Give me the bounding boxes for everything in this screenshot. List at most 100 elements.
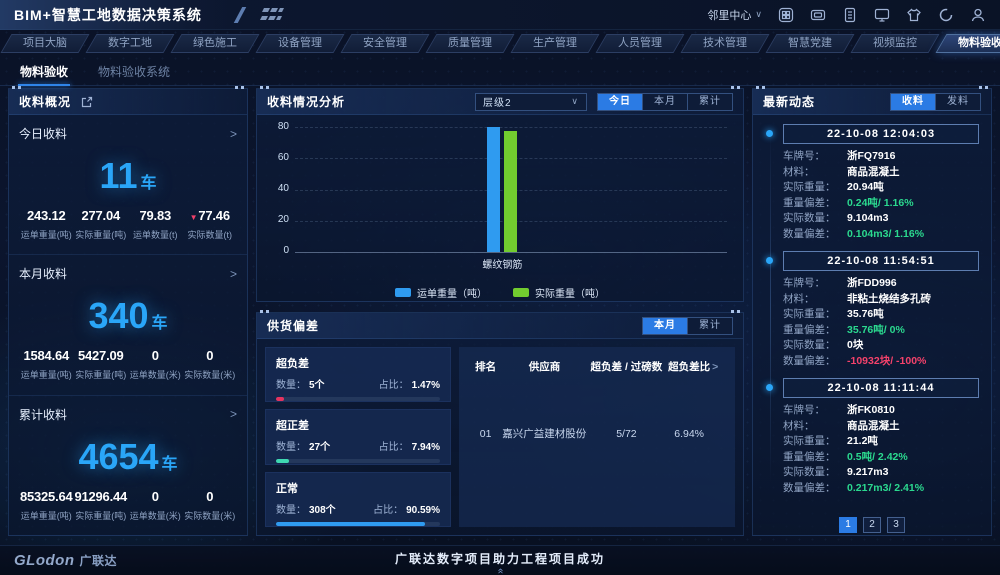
project-selector-label: 邻里中心 (707, 7, 751, 23)
video-monitor-icon[interactable] (809, 6, 826, 23)
deviation-panel-title: 供货偏差 (267, 317, 319, 334)
group-over-positive: 超正差 数量：27个 占比：7.94% (265, 409, 451, 464)
timeline-dot-icon (766, 130, 773, 137)
timeline-dot-icon (766, 384, 773, 391)
overview-section-month: 本月收料 > 340车 1584.64运单重量(吨) 5427.09实际重量(吨… (9, 254, 247, 394)
deviation-range-group: 本月 累计 (642, 317, 733, 335)
nav-tab-technology[interactable]: 技术管理 (686, 34, 764, 53)
feed-entry[interactable]: 22-10-08 12:04:03 车牌号：浙FQ7916 材料：商品混凝土 实… (783, 124, 979, 242)
footer-slogan: 广联达数字项目助力工程项目成功 (395, 550, 605, 567)
legend-item-actual[interactable]: 实际重量（吨） (513, 285, 605, 300)
apps-grid-icon[interactable] (777, 6, 794, 23)
bar-waybill-weight[interactable] (487, 127, 500, 252)
nav-tab-video-monitor[interactable]: 视频监控 (856, 34, 934, 53)
chevron-right-icon[interactable]: > (230, 267, 237, 281)
legend-swatch (395, 288, 411, 297)
stat: 0运单数量(米) (128, 489, 183, 522)
legend-item-waybill[interactable]: 运单重量（吨） (395, 285, 487, 300)
deviation-panel-header: 供货偏差 本月 累计 (257, 313, 743, 339)
sub-tabs: 物料验收 物料验收系统 (0, 58, 1000, 86)
supplier-table: 排名 供应商 超负差 / 过磅数 超负差比 > 01 嘉兴广益建材股份有... … (459, 347, 735, 527)
chevron-down-icon: ∨ (571, 96, 579, 107)
feed-entry[interactable]: 22-10-08 11:54:51 车牌号：浙FDD996 材料：非粘土烧结多孔… (783, 251, 979, 369)
table-row[interactable]: 01 嘉兴广益建材股份有... 5/72 6.94% (469, 426, 725, 441)
footer: GLodon广联达 广联达数字项目助力工程项目成功 « (0, 545, 1000, 575)
range-today-button[interactable]: 今日 (598, 94, 642, 110)
month-count: 340车 (19, 298, 237, 334)
y-tick: 20 (263, 214, 289, 225)
collapse-chevron-icon[interactable]: « (496, 568, 504, 574)
chevron-down-icon: ∨ (755, 9, 762, 20)
app-title: BIM+智慧工地数据决策系统 (14, 5, 202, 25)
issue-material-button[interactable]: 发料 (935, 94, 980, 110)
entry-timestamp: 22-10-08 11:54:51 (783, 251, 979, 271)
page-button-1[interactable]: 1 (839, 517, 857, 533)
overview-panel-header: 收料概况 (9, 89, 247, 115)
nav-tab-digital-site[interactable]: 数字工地 (91, 34, 169, 53)
receive-material-button[interactable]: 收料 (891, 94, 935, 110)
bar-actual-weight[interactable] (504, 131, 517, 252)
stat: 79.83运单数量(t) (128, 208, 183, 241)
analysis-panel-title: 收料情况分析 (267, 93, 345, 110)
range-total-button[interactable]: 累计 (687, 318, 732, 334)
stat: 1584.64运单重量(吨) (19, 348, 74, 381)
overview-panel: 收料概况 今日收料 > 11车 243.12运单重量(吨) 277.04实际重量… (8, 88, 248, 536)
range-total-button[interactable]: 累计 (687, 94, 732, 110)
stat: 243.12运单重量(吨) (19, 208, 74, 241)
main-nav: 项目大脑 数字工地 绿色施工 设备管理 安全管理 质量管理 生产管理 人员管理 … (0, 30, 1000, 56)
y-tick: 0 (263, 245, 289, 256)
nav-tab-party-building[interactable]: 智慧党建 (771, 34, 849, 53)
bar-chart: 80 60 40 20 0 螺纹钢筋 (263, 119, 735, 277)
user-icon[interactable] (969, 6, 986, 23)
trend-down-icon: ▼ (190, 213, 198, 222)
stat: 0实际数量(米) (183, 348, 238, 381)
subtab-material-acceptance[interactable]: 物料验收 (18, 58, 70, 85)
page-button-2[interactable]: 2 (863, 517, 881, 533)
deviation-panel: 供货偏差 本月 累计 超负差 数量：5个 占比：1.47% 超正差 (256, 312, 744, 536)
topbar-right: 邻里中心 ∨ (707, 6, 1000, 23)
deviation-groups: 超负差 数量：5个 占比：1.47% 超正差 数量：27个 占比：7.94% (265, 347, 451, 527)
chevron-right-icon[interactable]: > (230, 407, 237, 421)
range-month-button[interactable]: 本月 (642, 94, 687, 110)
shirt-icon[interactable] (905, 6, 922, 23)
pagination: 1 2 3 (753, 517, 991, 533)
legend-swatch (513, 288, 529, 297)
analysis-range-group: 今日 本月 累计 (597, 93, 733, 111)
range-month-button[interactable]: 本月 (643, 318, 687, 334)
section-title: 累计收料 (19, 406, 67, 423)
overview-section-today: 今日收料 > 11车 243.12运单重量(吨) 277.04实际重量(吨) 7… (9, 115, 247, 254)
nav-tab-green-construction[interactable]: 绿色施工 (176, 34, 254, 53)
entry-timestamp: 22-10-08 11:11:44 (783, 378, 979, 398)
loading-icon[interactable] (937, 6, 954, 23)
overview-section-total: 累计收料 > 4654车 85325.64运单重量(吨) 91296.44实际重… (9, 395, 247, 535)
feed-list: 22-10-08 12:04:03 车牌号：浙FQ7916 材料：商品混凝土 实… (753, 115, 991, 509)
nav-tab-personnel[interactable]: 人员管理 (601, 34, 679, 53)
nav-tab-production[interactable]: 生产管理 (516, 34, 594, 53)
subtab-material-acceptance-system[interactable]: 物料验收系统 (96, 58, 172, 85)
progress-track (276, 397, 440, 401)
feed-entry[interactable]: 22-10-08 11:11:44 车牌号：浙FK0810 材料：商品混凝土 实… (783, 378, 979, 496)
stat: 0实际数量(米) (183, 489, 238, 522)
stat: 5427.09实际重量(吨) (74, 348, 129, 381)
page-button-3[interactable]: 3 (887, 517, 905, 533)
deco-bars-icon (258, 8, 288, 22)
display-icon[interactable] (873, 6, 890, 23)
timeline-dot-icon (766, 257, 773, 264)
progress-fill (276, 397, 284, 401)
nav-tab-quality[interactable]: 质量管理 (431, 34, 509, 53)
chevron-right-icon[interactable]: > (230, 127, 237, 141)
progress-track (276, 522, 440, 526)
level-dropdown[interactable]: 层级2 ∨ (475, 93, 587, 111)
nav-tab-safety[interactable]: 安全管理 (346, 34, 424, 53)
chevron-right-icon[interactable]: > (712, 361, 725, 373)
nav-tab-project-brain[interactable]: 项目大脑 (6, 34, 84, 53)
expand-icon[interactable] (81, 96, 93, 108)
list-icon[interactable] (841, 6, 858, 23)
nav-tab-material-acceptance[interactable]: 物料验收 (941, 34, 1000, 53)
nav-tab-equipment[interactable]: 设备管理 (261, 34, 339, 53)
progress-track (276, 459, 440, 463)
stat: ▼77.46实际数量(t) (183, 208, 238, 241)
y-tick: 80 (263, 121, 289, 132)
project-selector[interactable]: 邻里中心 ∨ (707, 7, 762, 23)
stat: 91296.44实际重量(吨) (74, 489, 129, 522)
